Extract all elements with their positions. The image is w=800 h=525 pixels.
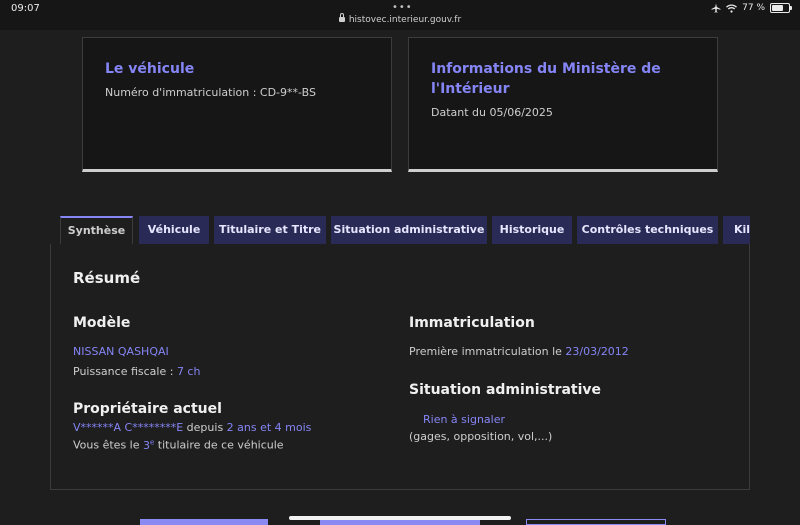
owner-heading: Propriétaire actuel bbox=[73, 401, 222, 417]
lock-icon bbox=[338, 13, 345, 22]
vehicle-card: Le véhicule Numéro d'immatriculation : C… bbox=[82, 37, 392, 172]
owner-rank: Vous êtes le 3e titulaire de ce véhicule bbox=[73, 438, 284, 452]
battery-level-fill bbox=[772, 5, 783, 11]
admin-note: (gages, opposition, vol,...) bbox=[409, 430, 553, 443]
more-dots-icon[interactable]: ••• bbox=[392, 2, 413, 13]
wifi-icon bbox=[726, 3, 738, 13]
fiscal-power: Puissance fiscale : 7 ch bbox=[73, 365, 201, 378]
model-name: NISSAN QASHQAI bbox=[73, 345, 169, 358]
battery-icon bbox=[770, 3, 792, 13]
tab-vehicule[interactable]: Véhicule bbox=[139, 216, 209, 244]
home-indicator[interactable] bbox=[289, 516, 511, 520]
bottom-button-3[interactable] bbox=[526, 519, 666, 525]
tab-controles-techniques[interactable]: Contrôles techniques bbox=[577, 216, 718, 244]
battery-percent: 77 % bbox=[742, 3, 765, 13]
summary-heading: Résumé bbox=[73, 269, 141, 287]
status-bar: 09:07 ••• histovec.interieur.gouv.fr 77 … bbox=[0, 0, 800, 30]
clock: 09:07 bbox=[11, 3, 40, 14]
vehicle-card-title: Le véhicule bbox=[105, 61, 195, 77]
tab-titulaire-titre[interactable]: Titulaire et Titre bbox=[214, 216, 326, 244]
tab-historique[interactable]: Historique bbox=[492, 216, 572, 244]
bottom-button-1[interactable] bbox=[140, 519, 268, 525]
owner-since: 2 ans et 4 mois bbox=[226, 421, 312, 434]
address-bar[interactable]: histovec.interieur.gouv.fr bbox=[0, 13, 800, 25]
admin-heading: Situation administrative bbox=[409, 382, 602, 398]
admin-status: Rien à signaler bbox=[423, 413, 506, 426]
system-indicators: 77 % bbox=[711, 3, 792, 13]
owner-rank-number: 3e bbox=[143, 438, 155, 452]
first-registration: Première immatriculation le 23/03/2012 bbox=[409, 345, 629, 358]
airplane-icon bbox=[711, 3, 721, 13]
summary-panel: Résumé Modèle NISSAN QASHQAI Puissance f… bbox=[50, 244, 750, 490]
first-registration-date: 23/03/2012 bbox=[565, 345, 629, 358]
url-text: histovec.interieur.gouv.fr bbox=[348, 15, 462, 25]
tab-kilometrage[interactable]: Kilométrage bbox=[723, 216, 750, 244]
owner-line: V******A C********E depuis 2 ans et 4 mo… bbox=[73, 421, 312, 434]
tab-bar: Synthèse Véhicule Titulaire et Titre Sit… bbox=[60, 216, 750, 244]
registration-heading: Immatriculation bbox=[409, 315, 535, 331]
ministry-card: Informations du Ministère de l'Intérieur… bbox=[408, 37, 718, 172]
fiscal-power-value: 7 ch bbox=[176, 365, 201, 378]
owner-name: V******A C********E bbox=[73, 421, 184, 434]
ministry-card-title: Informations du Ministère de l'Intérieur bbox=[431, 61, 661, 97]
model-heading: Modèle bbox=[73, 315, 131, 331]
tab-synthese[interactable]: Synthèse bbox=[60, 216, 133, 244]
data-date: Datant du 05/06/2025 bbox=[431, 106, 553, 119]
tab-situation-administrative[interactable]: Situation administrative bbox=[331, 216, 487, 244]
registration-number: Numéro d'immatriculation : CD-9**-BS bbox=[105, 86, 316, 99]
